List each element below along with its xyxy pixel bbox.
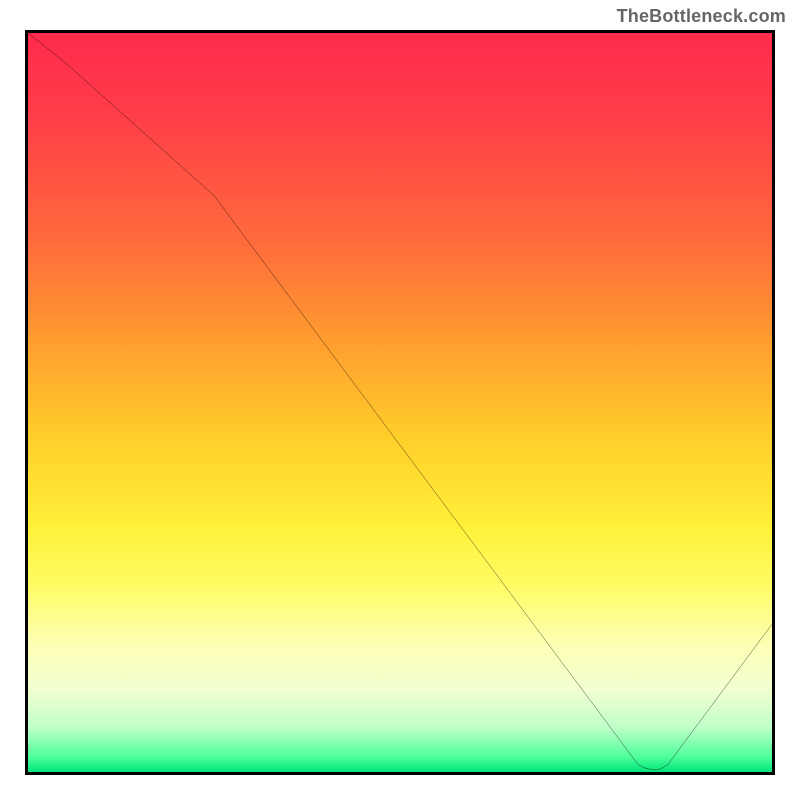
- plot-area: [25, 30, 775, 775]
- attribution-label: TheBottleneck.com: [617, 6, 786, 27]
- bottleneck-curve: [28, 33, 772, 772]
- chart-container: TheBottleneck.com: [0, 0, 800, 800]
- curve-path: [28, 33, 772, 770]
